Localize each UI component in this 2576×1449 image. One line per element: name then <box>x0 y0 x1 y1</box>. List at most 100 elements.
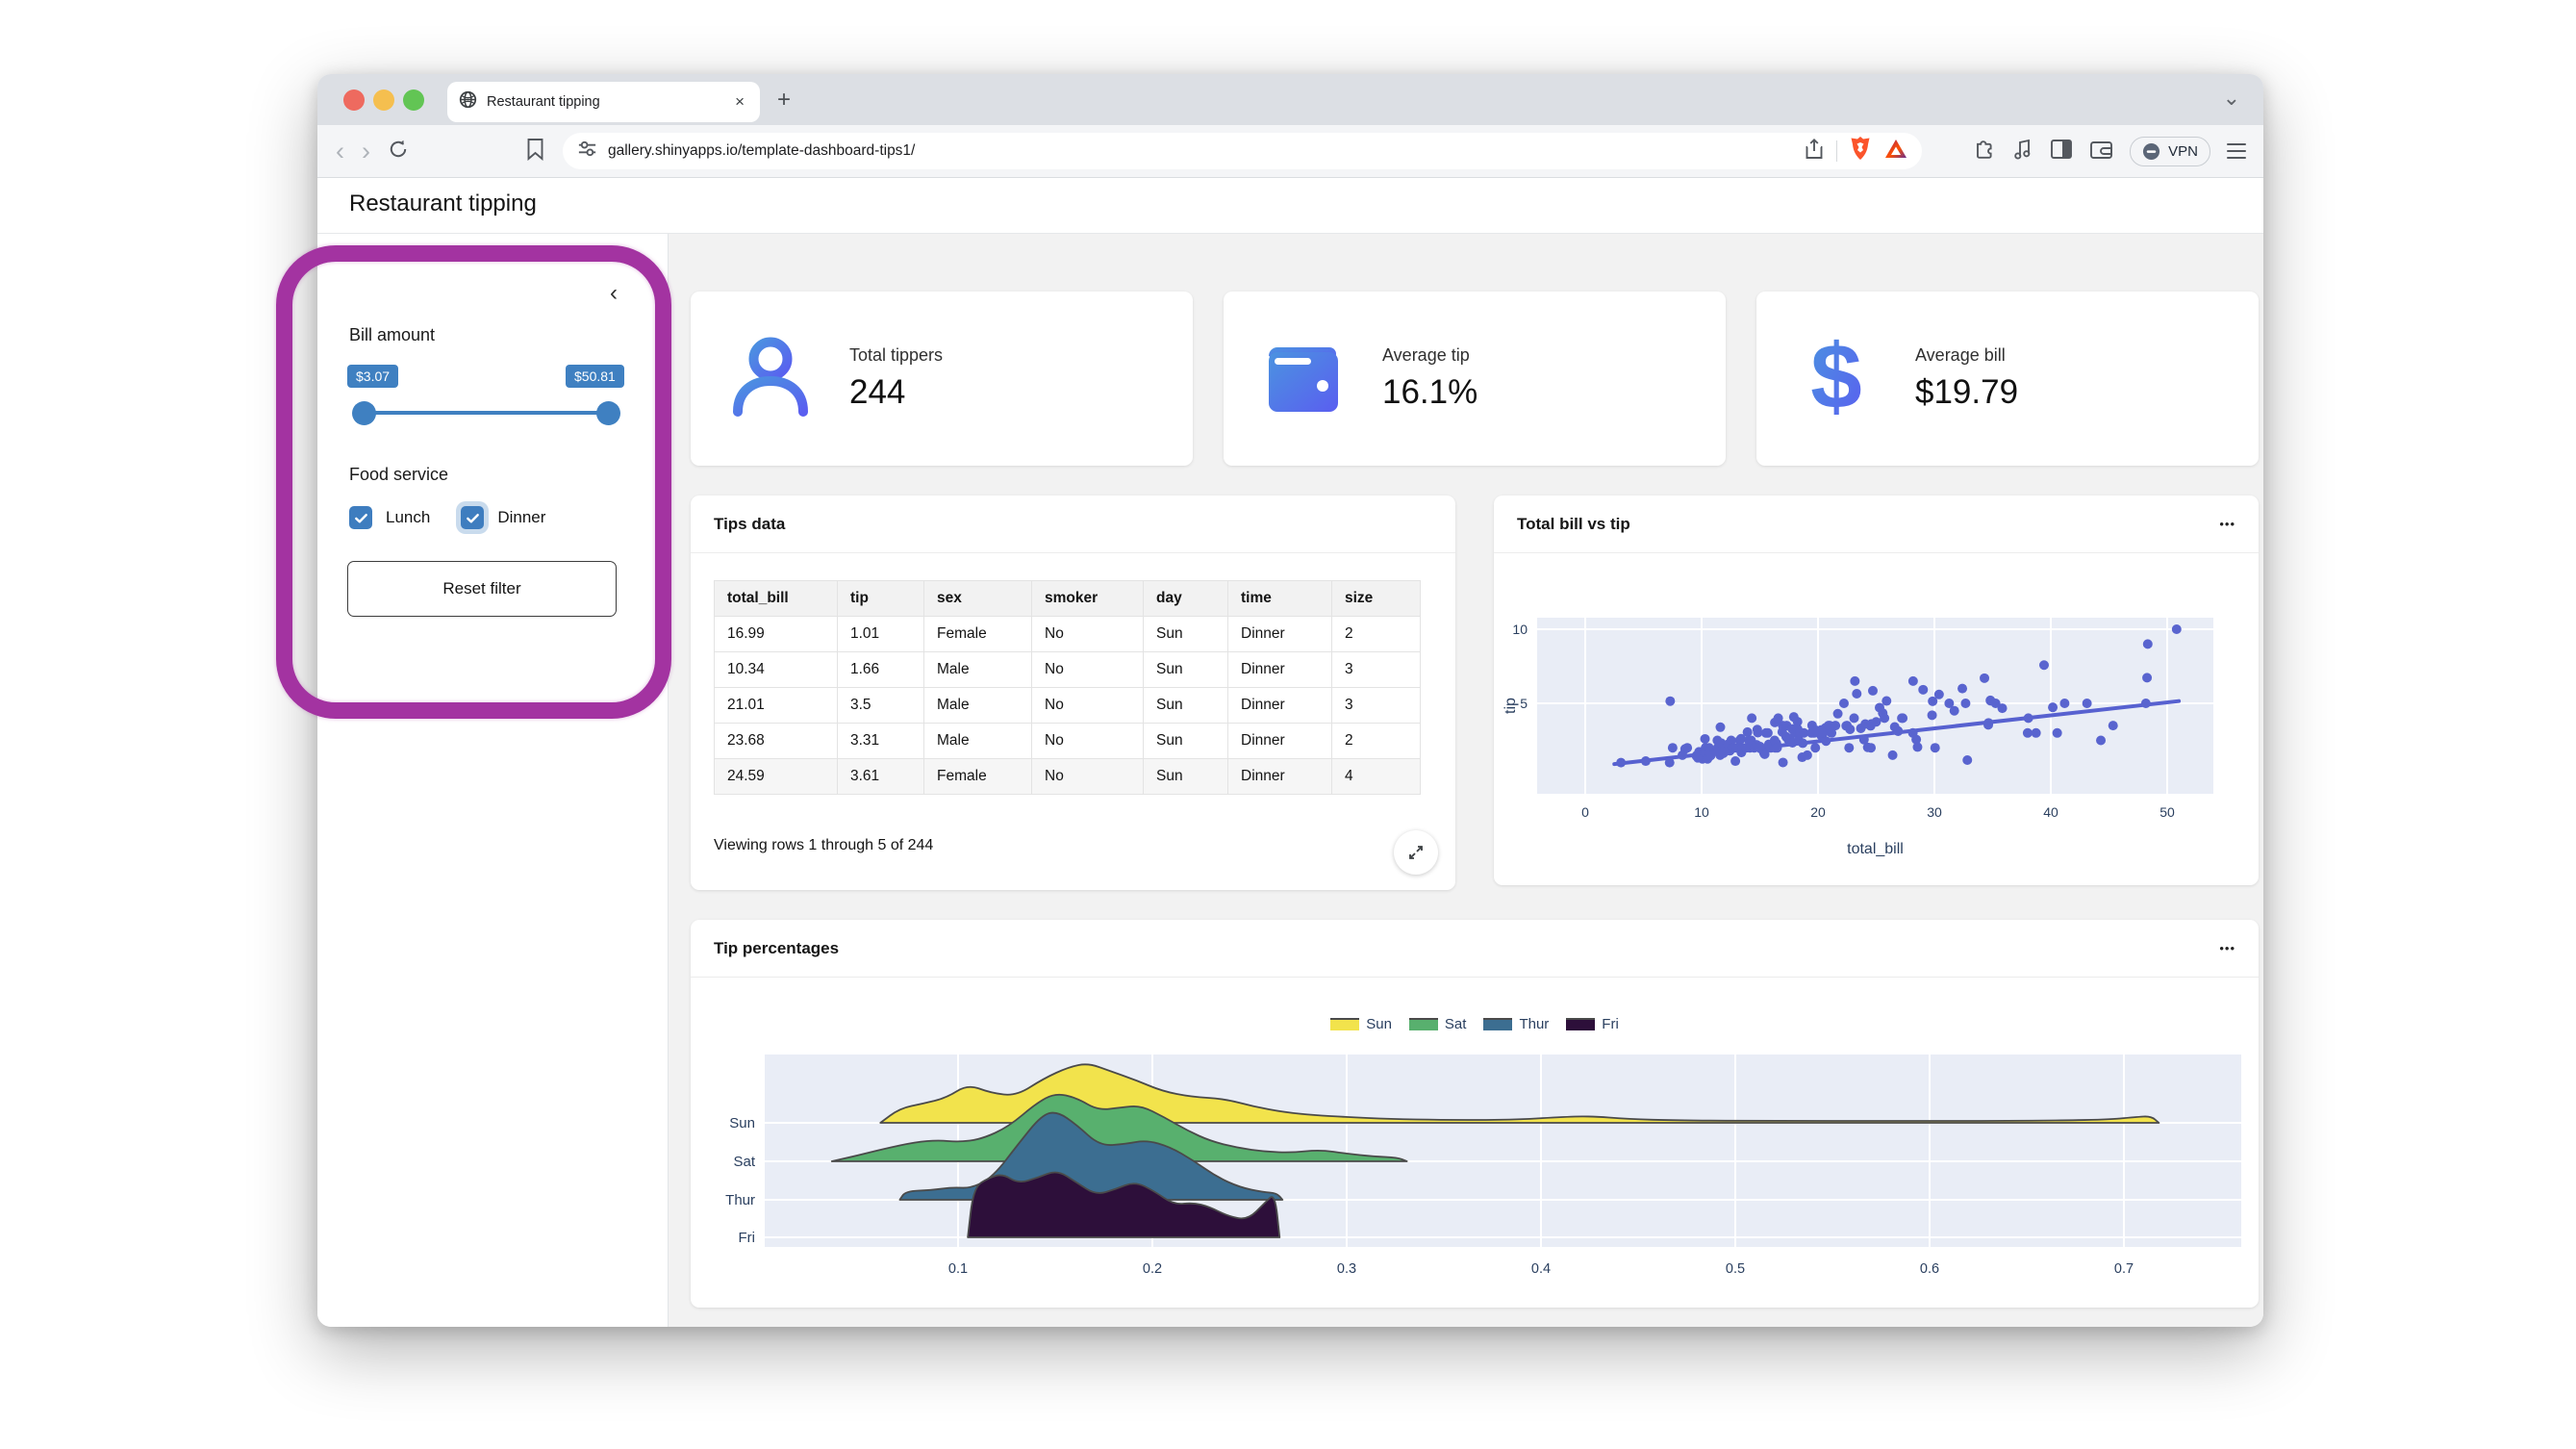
url-text[interactable]: gallery.shinyapps.io/template-dashboard-… <box>608 142 1804 160</box>
svg-text:0.4: 0.4 <box>1531 1261 1551 1277</box>
food-service-options: Lunch Dinner <box>349 506 545 529</box>
svg-text:tip: tip <box>1503 698 1519 714</box>
media-control-icon[interactable] <box>2012 138 2033 165</box>
lunch-label[interactable]: Lunch <box>386 508 430 527</box>
value-box-value: $19.79 <box>1915 373 2018 412</box>
vpn-button[interactable]: VPN <box>2130 137 2210 166</box>
share-icon[interactable] <box>1804 138 1825 165</box>
svg-text:5: 5 <box>1520 696 1528 711</box>
new-tab-button[interactable]: + <box>777 86 791 114</box>
table-row[interactable]: 10.341.66MaleNoSunDinner3 <box>715 652 1421 688</box>
bill-amount-slider-track[interactable] <box>364 411 608 415</box>
tips-data-card: Tips data total_billtipsexsmokerdaytimes… <box>691 496 1455 890</box>
tab-close-icon[interactable]: × <box>731 92 748 112</box>
globe-favicon-icon <box>459 90 477 114</box>
site-settings-icon[interactable] <box>576 138 598 165</box>
svg-text:0.7: 0.7 <box>2114 1261 2134 1277</box>
card-menu-icon[interactable]: ••• <box>2219 941 2235 955</box>
svg-text:30: 30 <box>1927 804 1942 820</box>
table-row[interactable]: 24.593.61FemaleNoSunDinner4 <box>715 759 1421 795</box>
tip-percentages-card: Tip percentages ••• SunSatThurFri 0.10.2… <box>691 920 2259 1308</box>
extensions-puzzle-icon[interactable] <box>1973 138 1996 165</box>
sidebar: ‹ Bill amount $3.07 $50.81 Food service … <box>317 234 669 1327</box>
slider-handle-max[interactable] <box>596 401 620 425</box>
svg-text:total_bill: total_bill <box>1847 841 1904 857</box>
slider-max-badge: $50.81 <box>566 365 624 388</box>
vpn-status-icon <box>2142 142 2160 161</box>
menu-hamburger-icon[interactable] <box>2227 143 2246 159</box>
brave-shield-icon[interactable] <box>1849 136 1872 166</box>
value-box-label: Total tippers <box>849 345 943 366</box>
sidebar-collapse-button[interactable]: ‹ <box>610 280 618 307</box>
browser-toolbar: ‹ › gallery.shinyapps.io/template-dashbo… <box>317 125 2263 178</box>
svg-text:Sat: Sat <box>733 1154 755 1170</box>
reload-button[interactable] <box>387 138 410 165</box>
browser-tab[interactable]: Restaurant tipping × <box>447 82 760 122</box>
column-header[interactable]: size <box>1332 581 1421 617</box>
value-box-label: Average tip <box>1382 345 1477 366</box>
svg-text:10: 10 <box>1512 622 1528 637</box>
column-header[interactable]: smoker <box>1032 581 1144 617</box>
expand-icon <box>1406 843 1426 862</box>
svg-text:0: 0 <box>1581 804 1589 820</box>
svg-text:40: 40 <box>2043 804 2058 820</box>
value-box-average-bill: $ Average bill $19.79 <box>1756 292 2259 466</box>
toolbar-actions: VPN <box>1973 137 2263 166</box>
slider-handle-min[interactable] <box>352 401 376 425</box>
column-header[interactable]: sex <box>924 581 1032 617</box>
sidebar-toggle-icon[interactable] <box>2050 139 2073 165</box>
url-bar[interactable]: gallery.shinyapps.io/template-dashboard-… <box>563 133 1922 169</box>
scatter-card: Total bill vs tip ••• 01020304050510tota… <box>1494 496 2259 885</box>
tips-table[interactable]: total_billtipsexsmokerdaytimesize 16.991… <box>714 580 1421 795</box>
slider-min-badge: $3.07 <box>347 365 398 388</box>
person-icon <box>691 331 849 427</box>
lunch-checkbox[interactable] <box>349 506 372 529</box>
scatter-plot[interactable]: 0 10 20 30 40 50 5 10 total_bill tip <box>1494 553 2259 885</box>
window-close-button[interactable] <box>343 89 365 111</box>
window-zoom-button[interactable] <box>403 89 424 111</box>
svg-text:Fri: Fri <box>739 1230 756 1246</box>
window-minimize-button[interactable] <box>373 89 394 111</box>
column-header[interactable]: total_bill <box>715 581 838 617</box>
bat-rewards-icon[interactable] <box>1883 138 1908 165</box>
check-icon <box>354 511 368 525</box>
svg-text:50: 50 <box>2159 804 2175 820</box>
svg-text:10: 10 <box>1694 804 1709 820</box>
svg-text:0.1: 0.1 <box>948 1261 968 1277</box>
column-header[interactable]: tip <box>838 581 924 617</box>
bill-amount-label: Bill amount <box>349 325 435 345</box>
forward-button[interactable]: › <box>353 139 379 165</box>
browser-window: Restaurant tipping × + ⌄ ‹ › gallery.shi… <box>317 74 2263 1327</box>
table-status-text: Viewing rows 1 through 5 of 244 <box>714 837 933 854</box>
value-box-label: Average bill <box>1915 345 2018 366</box>
page-title: Restaurant tipping <box>349 191 537 217</box>
dollar-icon: $ <box>1756 329 1915 429</box>
dinner-checkbox[interactable] <box>461 506 484 529</box>
table-row[interactable]: 16.991.01FemaleNoSunDinner2 <box>715 617 1421 652</box>
svg-text:0.2: 0.2 <box>1143 1261 1162 1277</box>
ridgeline-plot[interactable]: 0.10.20.30.40.50.60.7SunSatThurFri <box>691 978 2259 1308</box>
card-title: Tips data <box>714 515 1432 534</box>
tab-search-chevron-icon[interactable]: ⌄ <box>2223 86 2240 111</box>
table-row[interactable]: 21.013.5MaleNoSunDinner3 <box>715 688 1421 724</box>
dinner-label[interactable]: Dinner <box>497 508 545 527</box>
svg-text:20: 20 <box>1810 804 1826 820</box>
bookmark-icon[interactable] <box>525 138 545 165</box>
tab-title: Restaurant tipping <box>487 94 721 110</box>
tips-table-body: 16.991.01FemaleNoSunDinner210.341.66Male… <box>715 617 1421 795</box>
app-header: Restaurant tipping <box>317 178 2263 234</box>
value-box-value: 16.1% <box>1382 373 1477 412</box>
expand-table-button[interactable] <box>1394 830 1438 875</box>
value-box-total-tippers: Total tippers 244 <box>691 292 1193 466</box>
svg-text:Thur: Thur <box>725 1192 755 1208</box>
table-row[interactable]: 23.683.31MaleNoSunDinner2 <box>715 724 1421 759</box>
card-menu-icon[interactable]: ••• <box>2219 517 2235 531</box>
reset-filter-button[interactable]: Reset filter <box>347 561 617 617</box>
column-header[interactable]: time <box>1228 581 1332 617</box>
svg-text:0.5: 0.5 <box>1726 1261 1745 1277</box>
wallet-icon <box>1224 335 1382 423</box>
wallet-toolbar-icon[interactable] <box>2089 139 2113 165</box>
column-header[interactable]: day <box>1144 581 1228 617</box>
svg-text:0.3: 0.3 <box>1337 1261 1356 1277</box>
back-button[interactable]: ‹ <box>327 139 353 165</box>
